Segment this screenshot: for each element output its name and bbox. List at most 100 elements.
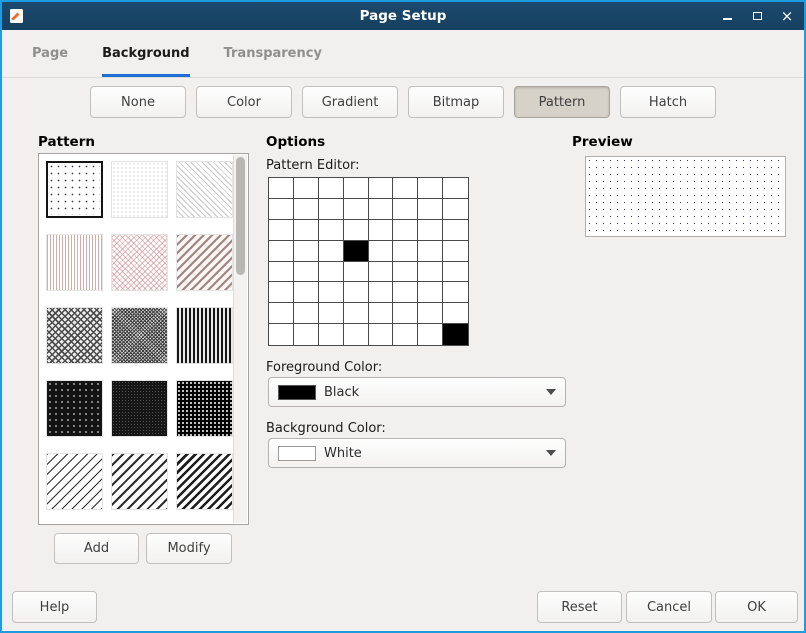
pattern-swatch-diagonal-thin[interactable] xyxy=(46,453,103,510)
editor-cell-1-3[interactable] xyxy=(344,199,369,220)
editor-cell-3-7[interactable] xyxy=(443,241,468,262)
editor-cell-4-5[interactable] xyxy=(393,262,418,283)
fill-color-button[interactable]: Color xyxy=(196,86,292,118)
editor-cell-2-2[interactable] xyxy=(319,220,344,241)
pattern-swatch-diagonal-crosshatch[interactable] xyxy=(46,307,103,364)
editor-cell-4-3[interactable] xyxy=(344,262,369,283)
editor-cell-3-2[interactable] xyxy=(319,241,344,262)
editor-cell-3-3[interactable] xyxy=(344,241,369,262)
editor-cell-7-1[interactable] xyxy=(294,324,319,345)
pattern-list-scrollbar[interactable] xyxy=(233,155,247,523)
tab-page[interactable]: Page xyxy=(32,30,68,77)
editor-cell-1-1[interactable] xyxy=(294,199,319,220)
editor-cell-5-1[interactable] xyxy=(294,282,319,303)
editor-cell-3-5[interactable] xyxy=(393,241,418,262)
editor-cell-0-3[interactable] xyxy=(344,178,369,199)
reset-button[interactable]: Reset xyxy=(537,591,622,623)
close-button[interactable]: × xyxy=(780,9,794,23)
pattern-swatch-dots-sparse[interactable] xyxy=(46,161,103,218)
fill-pattern-button[interactable]: Pattern xyxy=(514,86,610,118)
editor-cell-3-1[interactable] xyxy=(294,241,319,262)
editor-cell-3-6[interactable] xyxy=(418,241,443,262)
fill-bitmap-button[interactable]: Bitmap xyxy=(408,86,504,118)
pattern-swatch-diagonal-light[interactable] xyxy=(176,161,233,218)
scrollbar-thumb[interactable] xyxy=(236,157,245,275)
editor-cell-5-0[interactable] xyxy=(269,282,294,303)
editor-cell-4-4[interactable] xyxy=(369,262,394,283)
fill-hatch-button[interactable]: Hatch xyxy=(620,86,716,118)
editor-cell-7-7[interactable] xyxy=(443,324,468,345)
editor-cell-5-4[interactable] xyxy=(369,282,394,303)
editor-cell-5-3[interactable] xyxy=(344,282,369,303)
editor-cell-0-1[interactable] xyxy=(294,178,319,199)
editor-cell-7-4[interactable] xyxy=(369,324,394,345)
pattern-swatch-diagonal-wide[interactable] xyxy=(111,453,168,510)
editor-cell-2-4[interactable] xyxy=(369,220,394,241)
editor-cell-0-7[interactable] xyxy=(443,178,468,199)
editor-cell-4-6[interactable] xyxy=(418,262,443,283)
tab-transparency[interactable]: Transparency xyxy=(224,30,322,77)
editor-cell-6-5[interactable] xyxy=(393,303,418,324)
pattern-swatch-diagonal-dense[interactable] xyxy=(176,453,233,510)
editor-cell-7-5[interactable] xyxy=(393,324,418,345)
editor-cell-6-1[interactable] xyxy=(294,303,319,324)
editor-cell-2-6[interactable] xyxy=(418,220,443,241)
editor-cell-6-4[interactable] xyxy=(369,303,394,324)
pattern-swatch-black-white-dots[interactable] xyxy=(176,380,233,437)
editor-cell-2-1[interactable] xyxy=(294,220,319,241)
ok-button[interactable]: OK xyxy=(715,591,798,623)
editor-cell-5-6[interactable] xyxy=(418,282,443,303)
titlebar[interactable]: Page Setup × xyxy=(2,2,804,30)
editor-cell-3-4[interactable] xyxy=(369,241,394,262)
editor-cell-4-7[interactable] xyxy=(443,262,468,283)
editor-cell-2-5[interactable] xyxy=(393,220,418,241)
restore-button[interactable] xyxy=(750,9,764,23)
editor-cell-2-0[interactable] xyxy=(269,220,294,241)
pattern-swatch-dots-fine[interactable] xyxy=(111,161,168,218)
editor-cell-0-6[interactable] xyxy=(418,178,443,199)
editor-cell-0-5[interactable] xyxy=(393,178,418,199)
pattern-swatch-diagonal-medium[interactable] xyxy=(176,234,233,291)
pattern-swatch-crosshatch-dense[interactable] xyxy=(111,307,168,364)
editor-cell-6-0[interactable] xyxy=(269,303,294,324)
editor-cell-1-6[interactable] xyxy=(418,199,443,220)
fill-gradient-button[interactable]: Gradient xyxy=(302,86,398,118)
pattern-swatch-black-dotted[interactable] xyxy=(46,380,103,437)
editor-cell-2-3[interactable] xyxy=(344,220,369,241)
editor-cell-6-2[interactable] xyxy=(319,303,344,324)
fill-none-button[interactable]: None xyxy=(90,86,186,118)
editor-cell-7-0[interactable] xyxy=(269,324,294,345)
editor-cell-7-6[interactable] xyxy=(418,324,443,345)
background-color-dropdown[interactable]: White xyxy=(268,438,566,468)
editor-cell-4-2[interactable] xyxy=(319,262,344,283)
editor-cell-0-2[interactable] xyxy=(319,178,344,199)
editor-cell-5-7[interactable] xyxy=(443,282,468,303)
pattern-swatch-black-dense[interactable] xyxy=(111,380,168,437)
editor-cell-5-2[interactable] xyxy=(319,282,344,303)
editor-cell-1-0[interactable] xyxy=(269,199,294,220)
editor-cell-0-0[interactable] xyxy=(269,178,294,199)
foreground-color-dropdown[interactable]: Black xyxy=(268,377,566,407)
cancel-button[interactable]: Cancel xyxy=(626,591,712,623)
editor-cell-0-4[interactable] xyxy=(369,178,394,199)
editor-cell-1-4[interactable] xyxy=(369,199,394,220)
editor-cell-5-5[interactable] xyxy=(393,282,418,303)
editor-cell-6-7[interactable] xyxy=(443,303,468,324)
tab-background[interactable]: Background xyxy=(102,30,190,77)
editor-cell-3-0[interactable] xyxy=(269,241,294,262)
modify-button[interactable]: Modify xyxy=(146,533,232,564)
editor-cell-7-2[interactable] xyxy=(319,324,344,345)
editor-cell-6-3[interactable] xyxy=(344,303,369,324)
editor-cell-4-1[interactable] xyxy=(294,262,319,283)
editor-cell-7-3[interactable] xyxy=(344,324,369,345)
pattern-swatch-crosshatch-light[interactable] xyxy=(111,234,168,291)
minimize-button[interactable] xyxy=(720,9,734,23)
add-button[interactable]: Add xyxy=(54,533,139,564)
editor-cell-2-7[interactable] xyxy=(443,220,468,241)
editor-cell-4-0[interactable] xyxy=(269,262,294,283)
editor-cell-1-5[interactable] xyxy=(393,199,418,220)
pattern-swatch-vertical-dense[interactable] xyxy=(176,307,233,364)
editor-cell-1-7[interactable] xyxy=(443,199,468,220)
editor-cell-6-6[interactable] xyxy=(418,303,443,324)
pattern-swatch-vertical-light[interactable] xyxy=(46,234,103,291)
